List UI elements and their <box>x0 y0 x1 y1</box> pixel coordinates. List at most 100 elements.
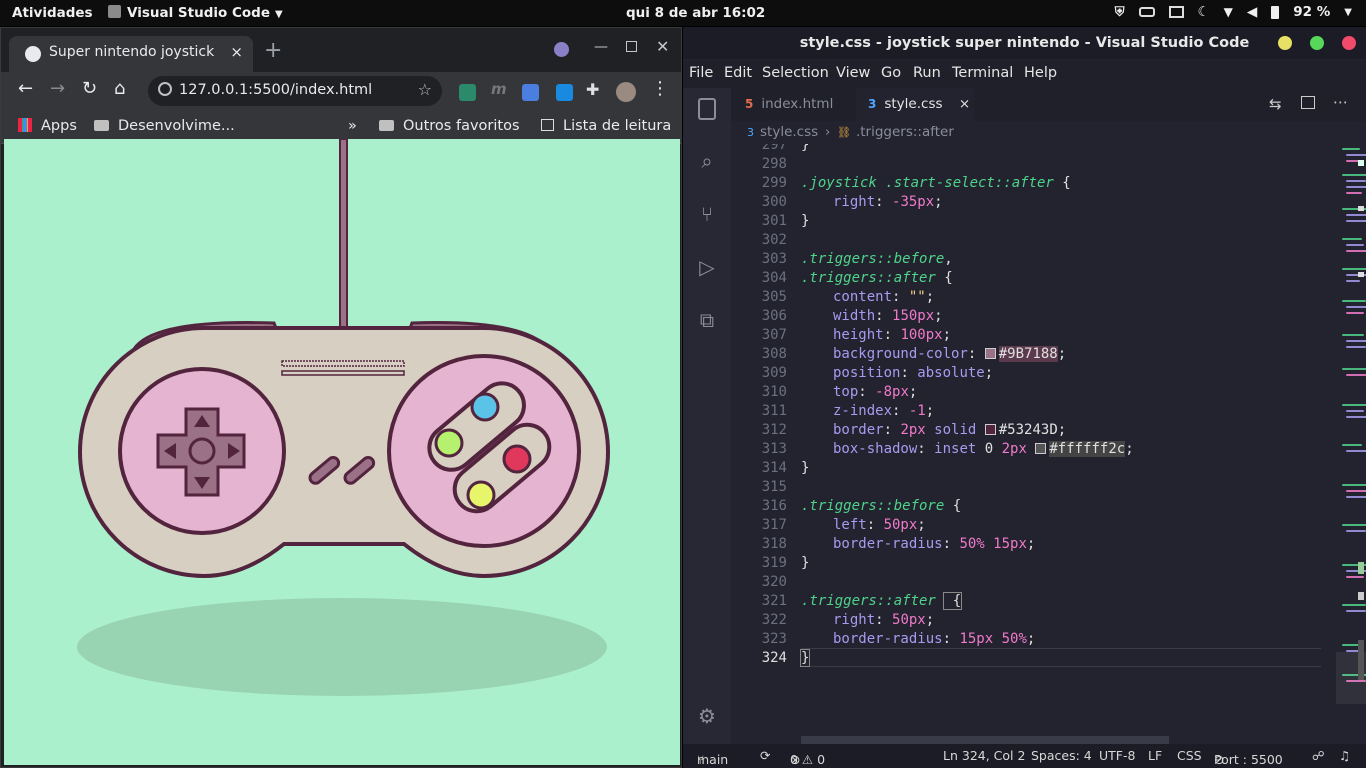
close-tab-icon[interactable]: × <box>230 43 243 61</box>
tab-style-css-label: style.css <box>884 96 943 112</box>
color-swatch[interactable] <box>984 424 996 435</box>
site-info-icon[interactable] <box>158 82 172 96</box>
drive-icon[interactable] <box>1138 7 1155 17</box>
run-debug-icon[interactable]: ▷ <box>695 255 719 279</box>
extensions-icon[interactable]: ⧉ <box>695 308 719 332</box>
end-of-line[interactable]: LF <box>1148 748 1162 763</box>
line-number: 311 <box>761 403 787 419</box>
breadcrumb-symbol[interactable]: ⛓ .triggers::after <box>837 124 954 140</box>
url-text[interactable]: 127.0.0.1:5500/index.html <box>179 82 372 98</box>
bookmark-star-icon[interactable]: ☆ <box>418 80 432 99</box>
reading-list-button[interactable]: Lista de leitura <box>541 118 671 134</box>
breadcrumb-file[interactable]: 3 style.css <box>747 124 818 140</box>
code-line-306: width: 150px; <box>833 308 943 324</box>
html5-icon: 5 <box>745 97 754 111</box>
code-editor[interactable]: 297 298 299 300 301 302 303 304 305 306 … <box>731 144 1331 744</box>
activities-button[interactable]: Atividades <box>12 5 93 21</box>
close-tab-icon[interactable]: × <box>959 96 970 112</box>
back-arrow-icon[interactable]: ← <box>18 78 33 99</box>
search-icon[interactable]: ⌕ <box>695 149 719 173</box>
code-line-297: } <box>801 144 810 153</box>
menu-selection[interactable]: Selection <box>762 65 829 81</box>
system-tray[interactable]: ⛨ ☾ ▼ ◀ 92 % ▼ <box>1115 4 1352 20</box>
encoding[interactable]: UTF-8 <box>1099 748 1135 763</box>
color-swatch[interactable] <box>1035 443 1047 454</box>
symbol-class-icon: ⛓ <box>837 126 851 139</box>
avatar[interactable] <box>616 82 636 102</box>
reading-list-icon <box>541 119 554 131</box>
clock[interactable]: qui 8 de abr 16:02 <box>626 5 765 21</box>
code-line-304: .triggers::after { <box>801 270 953 286</box>
bookmarks-overflow-chevron[interactable]: » <box>348 118 357 134</box>
button-b-yellow <box>466 480 496 510</box>
line-number: 316 <box>761 498 787 514</box>
bookmark-apps[interactable]: Apps <box>18 118 77 134</box>
maximize-icon[interactable] <box>626 41 637 52</box>
app-menu[interactable]: Visual Studio Code ▼ <box>108 5 283 21</box>
kebab-menu-icon[interactable]: ⋮ <box>651 78 669 99</box>
split-editor-icon[interactable] <box>1301 96 1315 109</box>
home-icon[interactable]: ⌂ <box>114 78 125 99</box>
chevron-down-icon[interactable]: ▼ <box>1344 7 1352 18</box>
button-a-red <box>502 444 532 474</box>
close-window-icon[interactable]: ✕ <box>656 37 669 56</box>
menu-go[interactable]: Go <box>881 65 901 81</box>
maximize-light-icon[interactable] <box>1310 36 1324 50</box>
branch-name: main <box>697 752 729 767</box>
extension-m-icon[interactable]: m <box>491 80 508 98</box>
omnibox[interactable]: 127.0.0.1:5500/index.html ☆ <box>148 76 442 106</box>
extension-share-icon[interactable] <box>556 84 573 101</box>
tab-style-css[interactable]: 3 style.css × <box>856 88 974 121</box>
volume-icon: ◀ <box>1246 4 1258 20</box>
browser-tab[interactable]: Super nintendo joystick × <box>9 36 253 72</box>
compare-changes-icon[interactable]: ⇆ <box>1269 95 1282 113</box>
screen-icon[interactable] <box>1168 6 1184 18</box>
tab-index-html[interactable]: 5 index.html <box>731 88 856 121</box>
extension-translate-icon[interactable] <box>522 84 539 101</box>
breadcrumb-symbol-label: .triggers::after <box>855 124 954 140</box>
nav-toolbar: ← → ↻ ⌂ 127.0.0.1:5500/index.html ☆ m ✚ … <box>1 72 681 112</box>
code-line-303: .triggers::before, <box>801 251 953 267</box>
feedback-icon[interactable]: ☍ <box>1312 748 1325 763</box>
menu-run[interactable]: Run <box>913 65 941 81</box>
new-tab-button[interactable]: + <box>264 38 282 63</box>
color-swatch[interactable] <box>984 348 996 359</box>
code-line-314: } <box>801 460 810 476</box>
more-actions-icon[interactable]: ⋯ <box>1333 93 1348 111</box>
menu-view[interactable]: View <box>836 65 870 81</box>
window-title: style.css - joystick super nintendo - Vi… <box>683 27 1366 59</box>
cursor-position[interactable]: Ln 324, Col 2 <box>943 748 1025 763</box>
bookmark-other-favorites[interactable]: Outros favoritos <box>379 118 520 134</box>
forward-arrow-icon[interactable]: → <box>50 78 65 99</box>
extension-color-picker-icon[interactable] <box>459 84 476 101</box>
profile-menu-icon[interactable] <box>554 42 569 57</box>
horizontal-scrollbar[interactable] <box>801 736 1169 744</box>
line-number: 308 <box>761 346 787 362</box>
puzzle-icon[interactable]: ✚ <box>586 80 603 99</box>
bookmark-folder-dev-label: Desenvolvime... <box>118 118 235 134</box>
breadcrumb-file-label: style.css <box>760 124 819 140</box>
bookmark-folder-dev[interactable]: Desenvolvime... <box>94 118 235 134</box>
menu-file[interactable]: File <box>689 65 713 81</box>
code-line-322: right: 50px; <box>833 612 935 628</box>
menu-terminal[interactable]: Terminal <box>952 65 1013 81</box>
close-light-icon[interactable] <box>1342 36 1356 50</box>
reload-icon[interactable]: ↻ <box>82 78 97 99</box>
notifications-bell-icon[interactable]: ♫ <box>1339 748 1350 763</box>
language-mode[interactable]: CSS <box>1177 748 1202 763</box>
settings-gear-icon[interactable]: ⚙ <box>695 704 719 728</box>
shield-icon[interactable]: ⛨ <box>1115 5 1125 20</box>
line-number: 305 <box>761 289 787 305</box>
minimize-light-icon[interactable] <box>1278 36 1292 50</box>
problems-count: 0 ⚠ 0 <box>790 752 826 767</box>
menu-help[interactable]: Help <box>1024 65 1057 81</box>
activity-bar: ⌕ ⑂ ▷ ⧉ ⚙ <box>683 88 731 744</box>
menu-edit[interactable]: Edit <box>724 65 752 81</box>
indentation[interactable]: Spaces: 4 <box>1031 748 1092 763</box>
sync-icon[interactable]: ⟳ <box>760 748 770 763</box>
source-control-icon[interactable]: ⑂ <box>695 202 719 226</box>
line-number: 304 <box>761 270 787 286</box>
line-number: 303 <box>761 251 787 267</box>
explorer-icon[interactable] <box>698 98 716 120</box>
minimize-icon[interactable]: — <box>594 39 608 55</box>
